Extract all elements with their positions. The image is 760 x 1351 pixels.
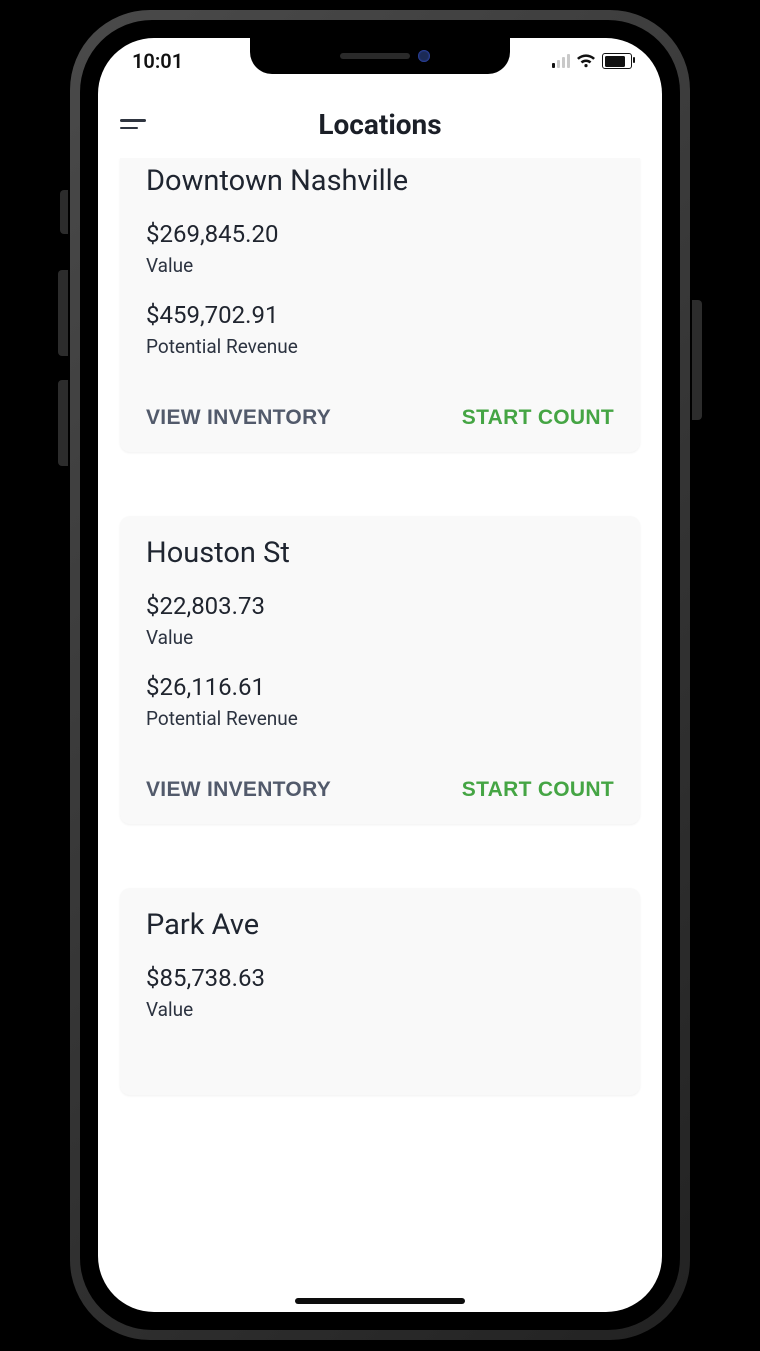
location-value-amount: $85,738.63: [146, 964, 614, 992]
location-card: Houston St $22,803.73 Value $26,116.61 P…: [120, 516, 640, 824]
home-indicator[interactable]: [295, 1298, 465, 1304]
wifi-icon: [576, 54, 596, 68]
location-value-label: Value: [146, 626, 614, 649]
view-inventory-button[interactable]: VIEW INVENTORY: [146, 406, 331, 430]
location-value-label: Value: [146, 254, 614, 277]
view-inventory-button[interactable]: VIEW INVENTORY: [146, 778, 331, 802]
phone-volume-up: [58, 270, 68, 356]
battery-icon: [602, 53, 632, 69]
app-header: Locations: [98, 94, 662, 154]
cellular-signal-icon: [552, 54, 570, 68]
location-name: Park Ave: [146, 908, 614, 942]
location-value-amount: $22,803.73: [146, 592, 614, 620]
location-name: Houston St: [146, 536, 614, 570]
location-card: Downtown Nashville $269,845.20 Value $45…: [120, 158, 640, 452]
location-potential-amount: $26,116.61: [146, 673, 614, 701]
phone-notch: [250, 38, 510, 74]
phone-frame: 10:01 Location: [70, 10, 690, 1340]
status-time: 10:01: [132, 49, 183, 73]
screen: 10:01 Location: [98, 38, 662, 1312]
phone-mute-switch: [60, 190, 68, 234]
page-title: Locations: [318, 108, 441, 141]
location-value-label: Value: [146, 998, 614, 1021]
phone-power-button: [692, 300, 702, 420]
phone-camera: [418, 50, 430, 62]
location-potential-label: Potential Revenue: [146, 335, 614, 358]
menu-icon[interactable]: [120, 119, 150, 129]
start-count-button[interactable]: START COUNT: [462, 406, 614, 430]
phone-speaker: [340, 53, 410, 59]
location-potential-label: Potential Revenue: [146, 707, 614, 730]
start-count-button[interactable]: START COUNT: [462, 778, 614, 802]
location-name: Downtown Nashville: [146, 164, 614, 198]
phone-volume-down: [58, 380, 68, 466]
location-card: Park Ave $85,738.63 Value: [120, 888, 640, 1095]
location-potential-amount: $459,702.91: [146, 301, 614, 329]
location-value-amount: $269,845.20: [146, 220, 614, 248]
content-scroll[interactable]: Downtown Nashville $269,845.20 Value $45…: [98, 158, 662, 1312]
